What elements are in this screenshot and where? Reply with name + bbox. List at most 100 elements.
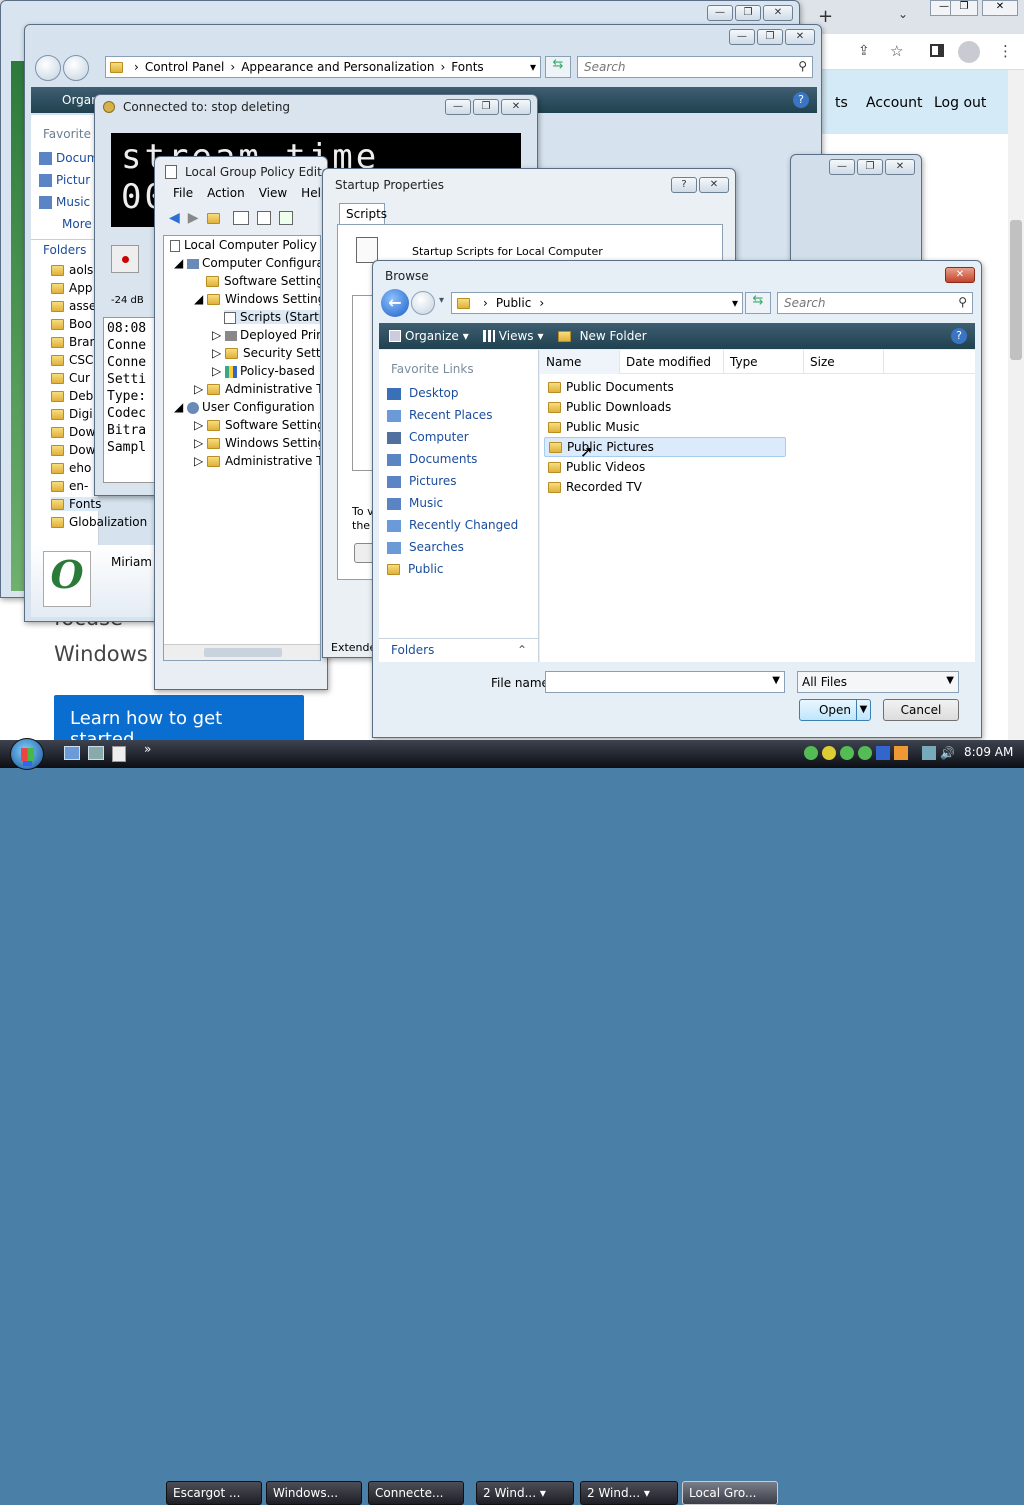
- back-icon[interactable]: ←: [381, 289, 409, 317]
- filename-dropdown-icon[interactable]: ▼: [772, 675, 780, 686]
- tree-item[interactable]: ▷ Administrative Te: [194, 382, 320, 396]
- help-button[interactable]: ?: [671, 177, 697, 193]
- search-input[interactable]: Search ⚲: [577, 56, 813, 78]
- tree-item[interactable]: ◢ Windows Setting: [194, 292, 320, 306]
- horizontal-scrollbar[interactable]: [164, 644, 320, 660]
- fav-more[interactable]: More: [62, 217, 92, 231]
- tree-item[interactable]: ▷ Policy-based: [212, 364, 315, 378]
- quicklaunch-show-desktop-icon[interactable]: [64, 746, 80, 760]
- maximize-button[interactable]: ❐: [735, 5, 761, 21]
- taskbar-item-connected[interactable]: Connecte...: [368, 1481, 464, 1505]
- folders-header[interactable]: Folders: [31, 239, 99, 261]
- col-type[interactable]: Type: [724, 350, 804, 374]
- tree-item[interactable]: ▷ Security Setti: [212, 346, 320, 360]
- breadcrumb-control-panel[interactable]: Control Panel: [145, 60, 225, 74]
- file-type-filter[interactable]: All Files ▼: [797, 671, 959, 693]
- site-nav-partial[interactable]: ts: [835, 95, 848, 111]
- close-button[interactable]: ✕: [945, 267, 975, 283]
- folder-item[interactable]: aols: [51, 263, 93, 277]
- tray-status-icon[interactable]: [822, 746, 836, 760]
- clock[interactable]: 8:09 AM: [964, 745, 1013, 759]
- folder-item[interactable]: Deb: [51, 389, 93, 403]
- sidepanel-icon[interactable]: [930, 44, 944, 57]
- folder-item[interactable]: eho: [51, 461, 91, 475]
- site-nav-logout[interactable]: Log out: [934, 95, 986, 111]
- maximize-button[interactable]: ❐: [473, 99, 499, 115]
- fav-recently-changed[interactable]: Recently Changed: [387, 518, 518, 532]
- folder-item[interactable]: Digi: [51, 407, 93, 421]
- refresh-icon[interactable]: ⇆: [745, 292, 771, 314]
- file-item[interactable]: Recorded TV: [548, 480, 642, 494]
- taskbar-item-windows[interactable]: Windows...: [266, 1481, 362, 1505]
- tab-extended[interactable]: Extende: [331, 641, 376, 654]
- up-folder-icon[interactable]: [206, 212, 220, 224]
- tray-font-icon[interactable]: [876, 746, 890, 760]
- new-folder-button[interactable]: New Folder: [557, 329, 647, 343]
- bookmark-star-icon[interactable]: ☆: [890, 42, 903, 60]
- quicklaunch-overflow-icon[interactable]: »: [144, 742, 151, 756]
- forward-icon[interactable]: [411, 291, 435, 315]
- address-dropdown-icon[interactable]: ▾: [732, 296, 738, 310]
- record-button[interactable]: [111, 245, 139, 273]
- forward-arrow-icon[interactable]: ▶: [188, 210, 199, 226]
- breadcrumb-appearance[interactable]: Appearance and Personalization: [241, 60, 434, 74]
- quicklaunch-calc-icon[interactable]: [112, 746, 126, 762]
- col-date-modified[interactable]: Date modified: [620, 350, 724, 374]
- fav-computer[interactable]: Computer: [387, 430, 469, 444]
- collapse-chevron-icon[interactable]: ⌃: [517, 643, 527, 658]
- tray-volume-icon[interactable]: 🔊: [940, 746, 955, 760]
- share-icon[interactable]: ⇪: [858, 43, 870, 59]
- help-icon[interactable]: ?: [951, 328, 967, 344]
- minimize-button[interactable]: —: [829, 159, 855, 175]
- refresh-icon[interactable]: ⇆: [545, 56, 571, 78]
- breadcrumb-public[interactable]: Public: [496, 296, 532, 310]
- fav-searches[interactable]: Searches: [387, 540, 464, 554]
- views-menu[interactable]: Views ▾: [482, 329, 544, 343]
- fav-recent-places[interactable]: Recent Places: [387, 408, 492, 422]
- browser-close-button[interactable]: ✕: [982, 0, 1018, 16]
- folder-item[interactable]: en-: [51, 479, 88, 493]
- forward-icon[interactable]: [63, 55, 89, 81]
- file-item[interactable]: Public Music: [548, 420, 639, 434]
- filename-input[interactable]: ▼: [545, 671, 785, 693]
- filter-dropdown-icon[interactable]: ▼: [946, 675, 954, 686]
- properties-icon[interactable]: [256, 211, 271, 225]
- folder-item[interactable]: Cur: [51, 371, 90, 385]
- taskbar-item-escargot[interactable]: Escargot ...: [166, 1481, 262, 1505]
- minimize-button[interactable]: —: [707, 5, 733, 21]
- history-dropdown-icon[interactable]: ▾: [439, 295, 444, 306]
- folder-item-fonts[interactable]: Fonts: [51, 497, 101, 511]
- back-icon[interactable]: [35, 55, 61, 81]
- minimize-button[interactable]: —: [445, 99, 471, 115]
- search-input[interactable]: Search ⚲: [777, 292, 973, 314]
- back-arrow-icon[interactable]: ◀: [169, 210, 180, 226]
- tree-item[interactable]: ◢ User Configuration: [174, 400, 315, 414]
- folder-item[interactable]: CSC: [51, 353, 93, 367]
- tree-item[interactable]: ◢ Computer Configura: [174, 256, 320, 270]
- new-tab-icon[interactable]: +: [818, 6, 833, 27]
- fav-pictures[interactable]: Pictur: [39, 173, 90, 187]
- col-name[interactable]: Name: [540, 350, 620, 374]
- fav-desktop[interactable]: Desktop: [387, 386, 459, 400]
- tree-item[interactable]: ▷ Administrative Te: [194, 454, 320, 468]
- dropdown-icon[interactable]: ▾: [530, 60, 536, 74]
- help-icon[interactable]: ?: [793, 92, 809, 108]
- cancel-button[interactable]: Cancel: [883, 699, 959, 721]
- search-icon[interactable]: ⚲: [958, 295, 967, 309]
- close-button[interactable]: ✕: [699, 177, 729, 193]
- menu-view[interactable]: View: [259, 186, 287, 204]
- tab-list-chevron-icon[interactable]: ⌄: [898, 7, 908, 21]
- close-button[interactable]: ✕: [885, 159, 915, 175]
- tree-item[interactable]: Local Computer Policy: [170, 238, 317, 252]
- folder-item[interactable]: Dow: [51, 425, 95, 439]
- breadcrumb-fonts[interactable]: Fonts: [451, 60, 483, 74]
- fav-pictures[interactable]: Pictures: [387, 474, 457, 488]
- tab-scripts[interactable]: Scripts: [339, 203, 387, 225]
- profile-avatar[interactable]: [958, 41, 980, 63]
- file-item[interactable]: Public Documents: [548, 380, 674, 394]
- folder-item[interactable]: Dow: [51, 443, 95, 457]
- tray-user-icon[interactable]: [858, 746, 872, 760]
- show-tree-icon[interactable]: [232, 211, 249, 225]
- menu-action[interactable]: Action: [207, 186, 245, 204]
- open-button[interactable]: Open ▼: [799, 699, 871, 721]
